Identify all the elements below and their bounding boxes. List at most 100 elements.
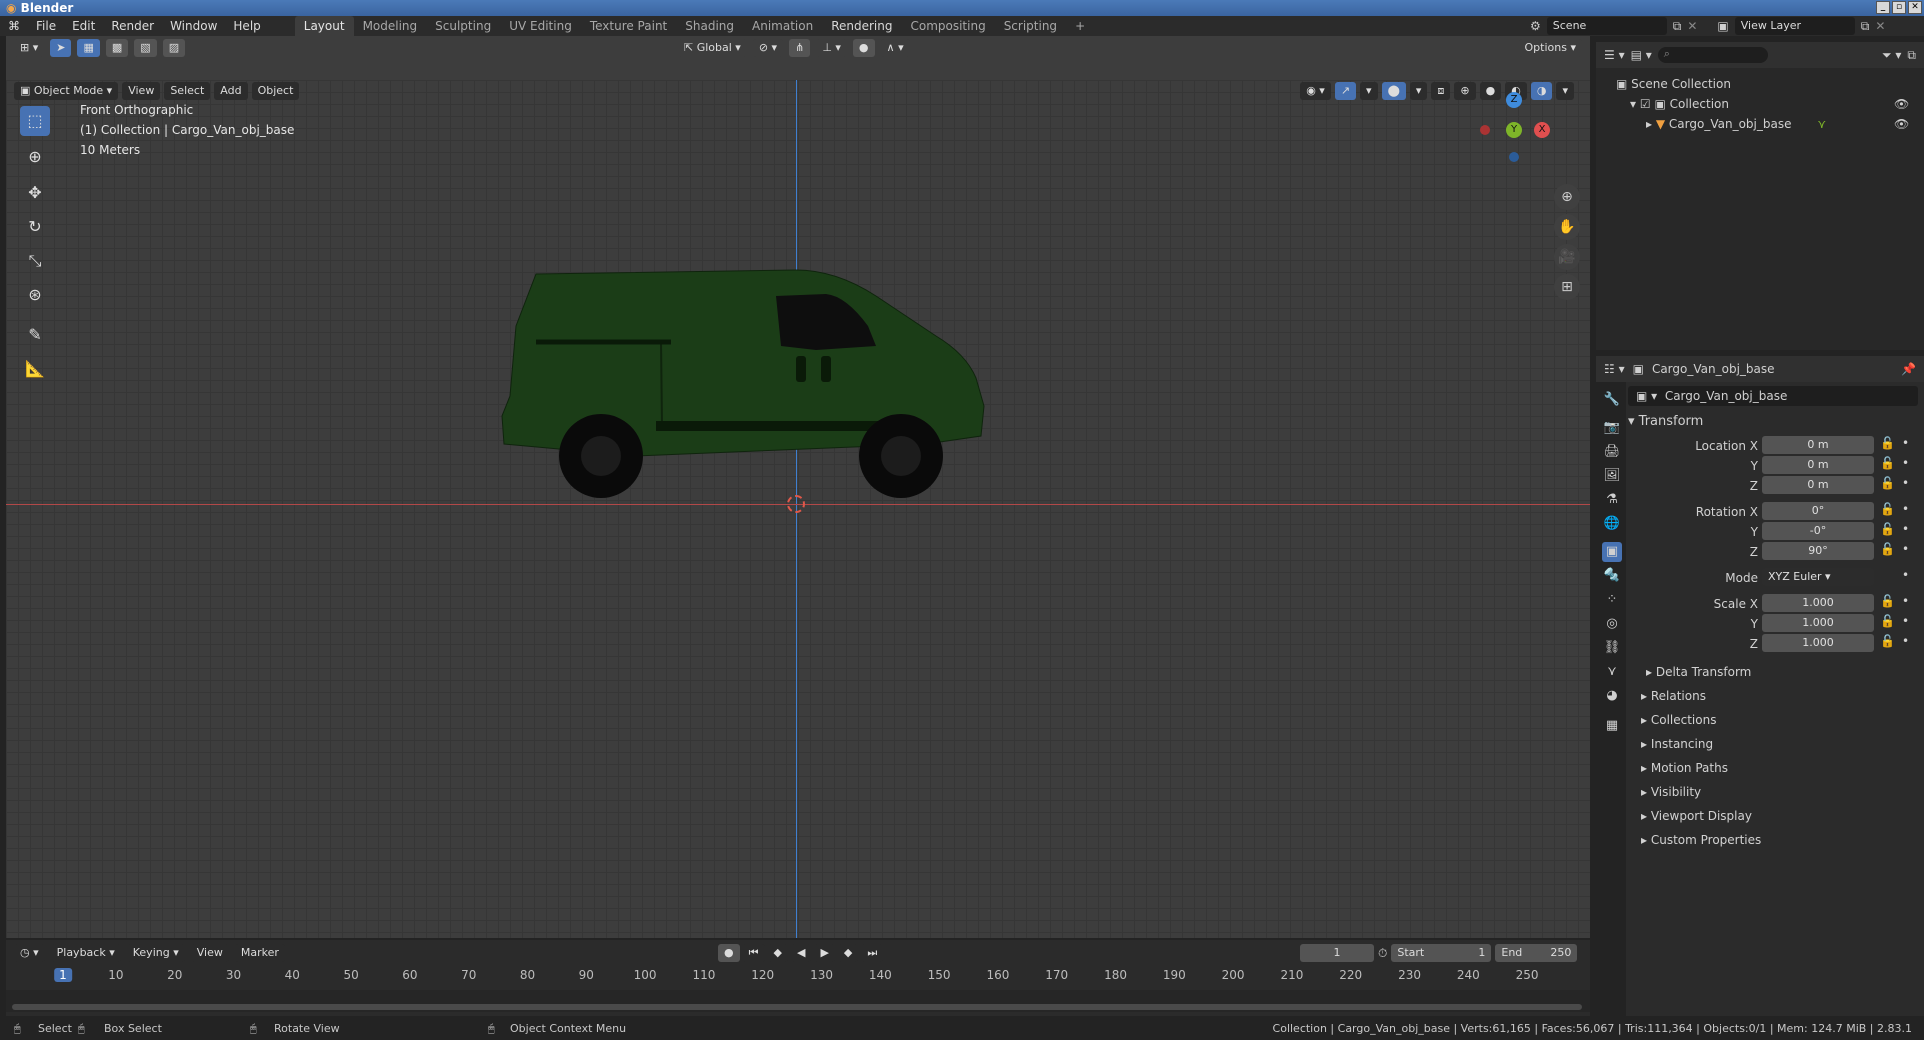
- falloff-icon[interactable]: ∧ ▾: [880, 39, 910, 57]
- gizmo-z-label[interactable]: Z: [1506, 92, 1522, 108]
- tab-compositing[interactable]: Compositing: [901, 16, 994, 36]
- new-view-layer-icon[interactable]: ⧉: [1861, 19, 1870, 34]
- collapse-arrow-icon[interactable]: ▸: [1646, 117, 1652, 131]
- collection-row[interactable]: ▾ ☑ ▣ Collection 👁: [1616, 94, 1909, 114]
- keyframe-dot-icon[interactable]: •: [1902, 502, 1909, 516]
- scene-icon[interactable]: ⚙: [1530, 19, 1541, 33]
- tab-layout[interactable]: Layout: [294, 16, 354, 36]
- close-button[interactable]: ✕: [1908, 1, 1922, 14]
- view-layer-icon[interactable]: ▣: [1717, 19, 1728, 33]
- lock-icon[interactable]: 🔓: [1880, 456, 1895, 470]
- snap-target-icon[interactable]: ⊥ ▾: [816, 39, 847, 57]
- select-mode-subtract-icon[interactable]: ▧: [134, 39, 157, 57]
- menu-edit[interactable]: Edit: [64, 16, 103, 36]
- select-tool-button[interactable]: ➤: [50, 39, 72, 57]
- collections-panel[interactable]: ▸ Collections: [1641, 710, 1716, 730]
- prev-keyframe-icon[interactable]: ◆: [767, 944, 788, 962]
- keyframe-dot-icon[interactable]: •: [1902, 522, 1909, 536]
- keyframe-dot-icon[interactable]: •: [1902, 614, 1909, 628]
- shading-dropdown-icon[interactable]: ▾: [1556, 82, 1574, 100]
- new-scene-icon[interactable]: ⧉: [1673, 19, 1682, 34]
- measure-tool-icon[interactable]: 📐: [20, 354, 50, 384]
- display-mode-icon[interactable]: ▤ ▾: [1631, 48, 1652, 62]
- frame-ruler[interactable]: 1 10 20 30 40 50 60 70 80 90 100 110 120 130 140 150 160…: [6, 968, 1590, 988]
- tab-animation[interactable]: Animation: [743, 16, 822, 36]
- snap-toggle-icon[interactable]: ⋔: [789, 39, 811, 57]
- tool-tab-icon[interactable]: 🔧: [1602, 390, 1622, 410]
- pivot-point-icon[interactable]: ⊘ ▾: [752, 39, 784, 57]
- add-menu[interactable]: Add: [214, 82, 248, 100]
- object-visibility-eye-icon[interactable]: 👁: [1894, 114, 1909, 134]
- material-tab-icon[interactable]: ◕: [1602, 686, 1622, 706]
- visibility-panel[interactable]: ▸ Visibility: [1641, 782, 1701, 802]
- lock-icon[interactable]: 🔓: [1880, 634, 1895, 648]
- delete-scene-icon[interactable]: ✕: [1687, 19, 1697, 33]
- keyframe-dot-icon[interactable]: •: [1902, 456, 1909, 470]
- xray-icon[interactable]: ⧈: [1431, 82, 1451, 100]
- view-layer-selector[interactable]: View Layer: [1734, 17, 1855, 35]
- wireframe-shading-icon[interactable]: ⊕: [1454, 82, 1476, 100]
- tab-sculpting[interactable]: Sculpting: [426, 16, 500, 36]
- scale-z-field[interactable]: 1.000: [1762, 634, 1874, 652]
- cursor-tool-icon[interactable]: ⊕: [20, 142, 50, 172]
- outliner-editor-type-icon[interactable]: ☰ ▾: [1604, 48, 1625, 62]
- collection-checkbox[interactable]: ☑: [1640, 97, 1651, 111]
- options-dropdown[interactable]: Options ▾: [1518, 39, 1582, 57]
- rotation-z-field[interactable]: 90°: [1762, 542, 1874, 560]
- tab-uv-editing[interactable]: UV Editing: [500, 16, 581, 36]
- collection-visibility-eye-icon[interactable]: 👁: [1894, 94, 1909, 114]
- gizmo-x-label[interactable]: X: [1534, 122, 1550, 138]
- tab-texture-paint[interactable]: Texture Paint: [581, 16, 676, 36]
- start-frame-field[interactable]: Start 1: [1391, 944, 1492, 962]
- play-reverse-icon[interactable]: ◀: [790, 944, 812, 962]
- scale-tool-icon[interactable]: ⤡: [20, 246, 50, 276]
- instancing-panel[interactable]: ▸ Instancing: [1641, 734, 1713, 754]
- lock-icon[interactable]: 🔓: [1880, 614, 1895, 628]
- zoom-icon[interactable]: ⊕: [1554, 184, 1580, 210]
- annotate-tool-icon[interactable]: ✎: [20, 320, 50, 350]
- outliner-search-field[interactable]: ⌕: [1657, 47, 1768, 63]
- gizmo-dropdown-icon[interactable]: ▾: [1360, 82, 1378, 100]
- scale-x-field[interactable]: 1.000: [1762, 594, 1874, 612]
- maximize-button[interactable]: ▫: [1892, 1, 1906, 14]
- object-data-tab-icon[interactable]: ⋎: [1602, 662, 1622, 682]
- keyframe-dot-icon[interactable]: •: [1902, 594, 1909, 608]
- proportional-edit-icon[interactable]: ●: [852, 39, 875, 57]
- select-mode-extend-icon[interactable]: ▩: [105, 39, 129, 57]
- timeline-scrollbar[interactable]: [12, 1004, 1582, 1010]
- relations-panel[interactable]: ▸ Relations: [1641, 686, 1706, 706]
- motion-paths-panel[interactable]: ▸ Motion Paths: [1641, 758, 1728, 778]
- marker-menu[interactable]: Marker: [234, 944, 285, 962]
- object-row[interactable]: ▸ ▼ Cargo_Van_obj_base ⋎ 👁: [1616, 114, 1909, 134]
- record-icon[interactable]: ●: [718, 944, 740, 962]
- minimize-button[interactable]: _: [1876, 1, 1890, 14]
- lock-icon[interactable]: 🔓: [1880, 522, 1895, 536]
- 3d-viewport[interactable]: ▣ Object Mode ▾ View Select Add Object ◉…: [6, 80, 1590, 938]
- location-z-field[interactable]: 0 m: [1762, 476, 1874, 494]
- select-box-tool-icon[interactable]: ⬚: [20, 106, 50, 136]
- rotate-tool-icon[interactable]: ↻: [20, 212, 50, 242]
- next-keyframe-icon[interactable]: ◆: [837, 944, 859, 962]
- scale-y-field[interactable]: 1.000: [1762, 614, 1874, 632]
- menu-help[interactable]: Help: [225, 16, 268, 36]
- render-tab-icon[interactable]: 📷: [1602, 418, 1622, 438]
- custom-properties-panel[interactable]: ▸ Custom Properties: [1641, 830, 1761, 850]
- keyframe-dot-icon[interactable]: •: [1902, 436, 1909, 450]
- current-frame-field[interactable]: 1: [1300, 944, 1374, 962]
- gizmo-y-label[interactable]: Y: [1506, 122, 1522, 138]
- overlay-dropdown-icon[interactable]: ▾: [1409, 82, 1428, 100]
- location-x-field[interactable]: 0 m: [1762, 436, 1874, 454]
- blender-menu-icon[interactable]: ⌘: [0, 19, 28, 33]
- navigation-gizmo[interactable]: Z Y X: [1476, 90, 1556, 170]
- select-mode-intersect-icon[interactable]: ▨: [162, 39, 186, 57]
- pin-icon[interactable]: 📌: [1901, 362, 1916, 376]
- texture-tab-icon[interactable]: ▦: [1602, 716, 1622, 736]
- lock-icon[interactable]: 🔓: [1880, 542, 1895, 556]
- new-collection-icon[interactable]: ⧉: [1907, 48, 1916, 63]
- timeline-view-menu[interactable]: View: [190, 944, 229, 962]
- filter-icon[interactable]: ⏷ ▾: [1882, 48, 1901, 63]
- lock-icon[interactable]: 🔓: [1880, 594, 1895, 608]
- keyframe-dot-icon[interactable]: •: [1902, 634, 1909, 648]
- add-workspace-icon[interactable]: +: [1066, 16, 1094, 36]
- jump-start-icon[interactable]: ⏮: [742, 944, 765, 962]
